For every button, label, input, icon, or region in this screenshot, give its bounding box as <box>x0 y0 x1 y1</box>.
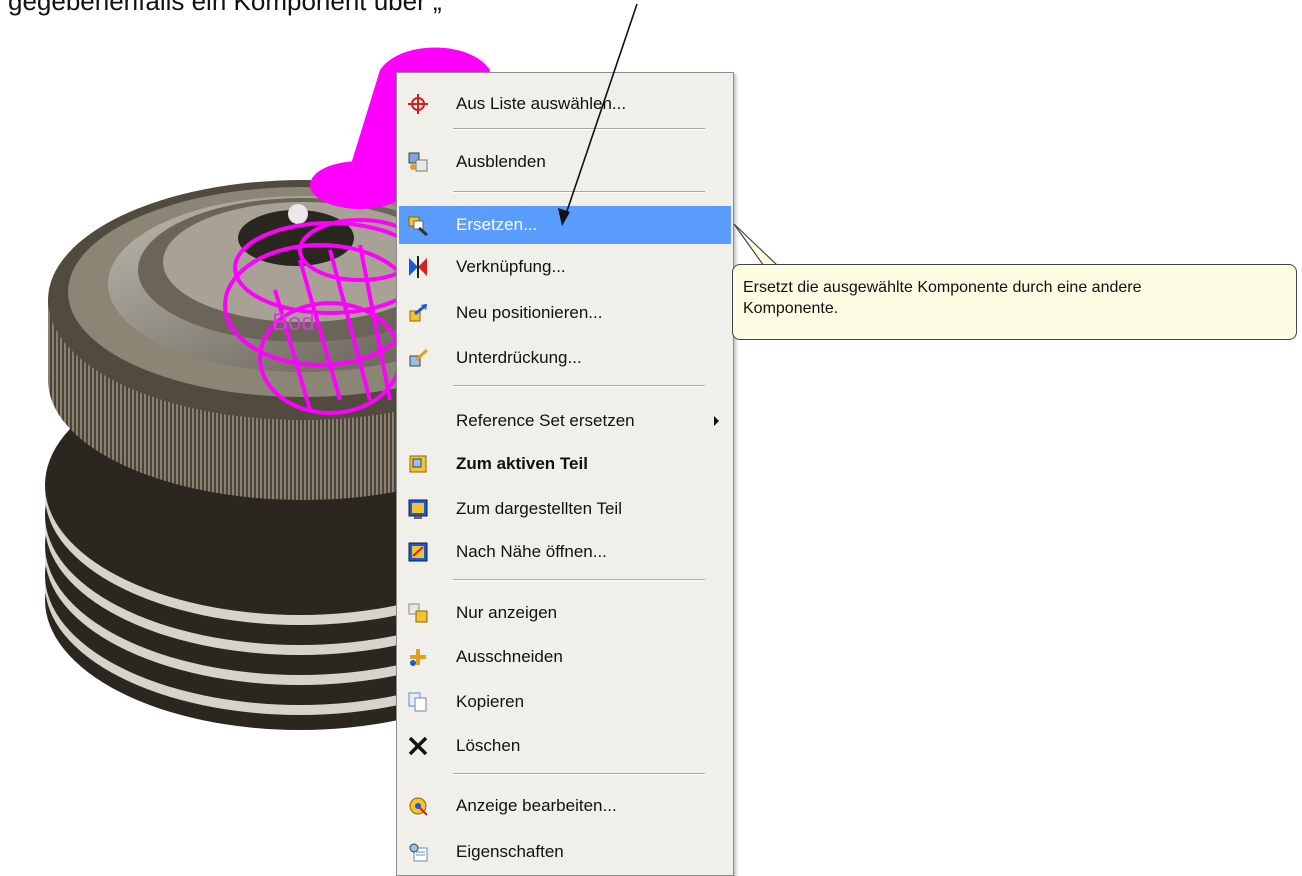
menu-item-properties[interactable]: Eigenschaften <box>399 835 731 869</box>
menu-item-make-displayed-part[interactable]: Zum dargestellten Teil <box>399 492 731 526</box>
menu-item-label: Neu positionieren... <box>456 303 603 322</box>
menu-item-label: Löschen <box>456 736 521 755</box>
constraint-icon <box>407 256 429 278</box>
hide-icon <box>407 151 429 173</box>
menu-item-label: Aus Liste auswählen... <box>456 94 627 113</box>
menu-item-label: Kopieren <box>456 692 525 711</box>
menu-item-replace[interactable]: Ersetzen... <box>399 206 731 244</box>
menu-separator <box>453 579 705 581</box>
menu-item-label: Eigenschaften <box>456 842 564 861</box>
menu-item-label: Anzeige bearbeiten... <box>456 796 617 815</box>
tooltip: Ersetzt die ausgewählte Komponente durch… <box>732 264 1297 340</box>
submenu-arrow-icon <box>714 416 719 426</box>
menu-separator <box>453 385 705 387</box>
reposition-icon <box>407 302 429 324</box>
delete-icon <box>407 735 429 757</box>
open-by-proximity-icon <box>407 541 429 563</box>
menu-item-edit-display[interactable]: Anzeige bearbeiten... <box>399 789 731 823</box>
menu-item-open-by-proximity[interactable]: Nach Nähe öffnen... <box>399 535 731 569</box>
menu-item-delete[interactable]: Löschen <box>399 729 731 763</box>
menu-separator <box>453 128 705 130</box>
menu-item-label: Zum aktiven Teil <box>456 454 588 473</box>
menu-item-suppress[interactable]: Unterdrückung... <box>399 341 731 375</box>
menu-item-copy[interactable]: Kopieren <box>399 685 731 719</box>
menu-item-reposition[interactable]: Neu positionieren... <box>399 296 731 330</box>
menu-separator <box>453 191 705 193</box>
context-menu: Aus Liste auswählen... Ausblenden Ersetz… <box>396 72 734 876</box>
menu-item-label: Zum dargestellten Teil <box>456 499 622 518</box>
crosshair-icon <box>407 93 429 115</box>
menu-item-cut[interactable]: Ausschneiden <box>399 640 731 674</box>
menu-item-label: Ausblenden <box>456 152 546 171</box>
cut-icon <box>407 646 429 668</box>
tooltip-line-2: Komponente. <box>743 300 839 317</box>
show-only-icon <box>407 602 429 624</box>
replace-icon <box>407 214 429 236</box>
menu-item-hide[interactable]: Ausblenden <box>399 145 731 179</box>
menu-item-constraint[interactable]: Verknüpfung... <box>399 250 731 284</box>
menu-item-label: Nach Nähe öffnen... <box>456 542 607 561</box>
menu-item-label: Reference Set ersetzen <box>456 411 635 430</box>
menu-item-show-only[interactable]: Nur anzeigen <box>399 596 731 630</box>
work-part-icon <box>407 453 429 475</box>
menu-separator <box>453 773 705 775</box>
menu-item-label: Ersetzen... <box>456 215 538 234</box>
menu-item-replace-reference-set[interactable]: Reference Set ersetzen <box>399 404 731 438</box>
suppress-icon <box>407 347 429 369</box>
menu-item-label: Nur anzeigen <box>456 603 558 622</box>
copy-icon <box>407 691 429 713</box>
edit-display-icon <box>407 795 429 817</box>
menu-item-label: Ausschneiden <box>456 647 563 666</box>
part-label: Bod <box>272 309 315 336</box>
displayed-part-icon <box>407 498 429 520</box>
menu-item-label: Unterdrückung... <box>456 348 582 367</box>
properties-icon <box>407 841 429 863</box>
menu-item-label: Verknüpfung... <box>456 257 566 276</box>
tooltip-line-1: Ersetzt die ausgewählte Komponente durch… <box>743 279 1142 296</box>
menu-item-make-work-part[interactable]: Zum aktiven Teil <box>399 447 731 481</box>
menu-item-select-from-list[interactable]: Aus Liste auswählen... <box>399 87 731 121</box>
